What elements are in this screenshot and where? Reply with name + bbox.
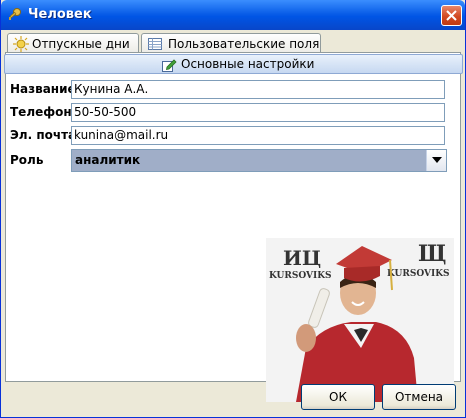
name-field[interactable]: Кунина А.А. bbox=[71, 80, 445, 99]
tab-vacation-days-label: Отпускные дни bbox=[32, 37, 130, 51]
title-bar[interactable]: Человек bbox=[1, 0, 465, 30]
tab-custom-fields-label: Пользовательские поля bbox=[168, 37, 320, 51]
phone-field[interactable]: 50-50-500 bbox=[71, 103, 445, 122]
dialog-window: Человек Отпускные дни Пользовательские п… bbox=[0, 0, 466, 418]
tab-basic-settings[interactable]: Основные настройки bbox=[4, 54, 463, 74]
edit-icon bbox=[162, 59, 177, 72]
cancel-button[interactable]: Отмена bbox=[382, 384, 456, 410]
tab-vacation-days[interactable]: Отпускные дни bbox=[7, 33, 139, 53]
close-button[interactable] bbox=[441, 5, 462, 26]
ok-button[interactable]: ОК bbox=[301, 384, 375, 410]
watermark-logo: ИЦ KURSOVIKS Щ KURSOVIKS bbox=[266, 238, 454, 402]
sun-icon bbox=[13, 36, 29, 52]
tab-custom-fields[interactable]: Пользовательские поля bbox=[141, 33, 321, 53]
tab-basic-settings-label: Основные настройки bbox=[181, 57, 315, 71]
graduate-image bbox=[296, 246, 418, 402]
close-icon bbox=[446, 10, 457, 21]
email-label: Эл. почта bbox=[10, 128, 77, 142]
role-label: Роль bbox=[10, 153, 44, 167]
window-title: Человек bbox=[28, 7, 92, 22]
role-select-value: аналитик bbox=[75, 153, 141, 167]
phone-label: Телефон bbox=[10, 105, 72, 119]
key-icon bbox=[9, 8, 21, 20]
table-icon bbox=[148, 38, 162, 50]
chevron-down-icon bbox=[432, 157, 442, 163]
role-dropdown-button[interactable] bbox=[426, 150, 446, 171]
email-field[interactable]: kunina@mail.ru bbox=[71, 126, 445, 145]
role-select[interactable]: аналитик bbox=[71, 149, 447, 172]
name-label: Название bbox=[10, 82, 76, 96]
tab-strip: Отпускные дни Пользовательские поля bbox=[5, 33, 461, 53]
